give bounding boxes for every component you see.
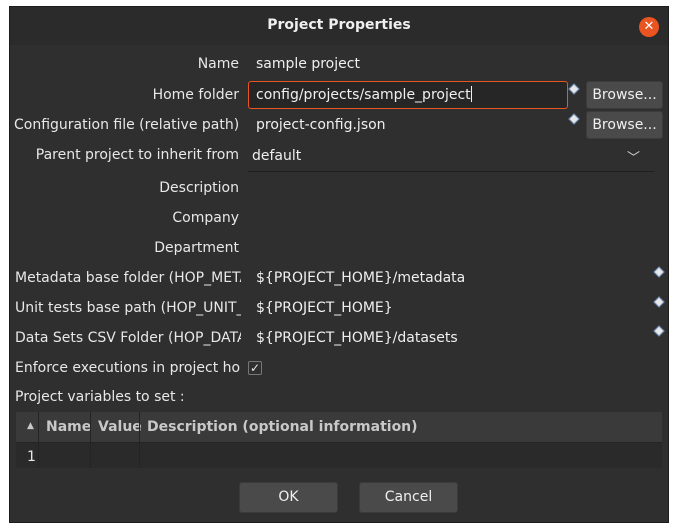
parent-project-select[interactable]: default ﹀ [248, 144, 654, 172]
description-label: Description [159, 180, 239, 196]
column-header-description[interactable]: Description (optional information) [147, 419, 418, 435]
parent-project-label: Parent project to inherit from [35, 147, 239, 163]
cancel-button[interactable]: Cancel [359, 482, 458, 513]
column-header-value[interactable]: Value [98, 419, 142, 435]
parent-project-value: default [252, 148, 302, 164]
dialog-title: Project Properties [267, 17, 411, 33]
enforce-executions-label: Enforce executions in project hom [15, 360, 241, 376]
metadata-folder-value[interactable]: ${PROJECT_HOME}/metadata [256, 270, 465, 286]
ok-button[interactable]: OK [239, 482, 338, 513]
datasets-folder-label: Data Sets CSV Folder (HOP_DATAS [15, 330, 241, 346]
title-bar: Project Properties ✕ [10, 7, 668, 45]
variable-indicator-icon [653, 296, 665, 308]
project-variables-table[interactable]: ▲ Name Value Description (optional infor… [16, 412, 662, 468]
column-divider [38, 412, 39, 468]
config-file-label: Configuration file (relative path) [14, 117, 239, 133]
unit-tests-path-label: Unit tests base path (HOP_UNIT_T [15, 300, 241, 316]
table-header: ▲ Name Value Description (optional infor… [16, 412, 662, 443]
table-row[interactable]: 1 [27, 449, 36, 465]
unit-tests-path-value[interactable]: ${PROJECT_HOME} [256, 300, 393, 316]
home-folder-value: config/projects/sample_project [256, 87, 471, 103]
sort-up-icon[interactable]: ▲ [27, 421, 34, 431]
department-input[interactable] [256, 240, 652, 260]
enforce-executions-checkbox[interactable]: ✓ [248, 361, 262, 375]
home-folder-browse-button[interactable]: Browse... [586, 81, 663, 109]
project-variables-label: Project variables to set : [15, 389, 185, 405]
name-label: Name [197, 56, 239, 72]
column-divider [139, 412, 140, 468]
name-value[interactable]: sample project [256, 56, 360, 72]
home-folder-label: Home folder [152, 87, 239, 103]
close-icon[interactable]: ✕ [639, 17, 659, 37]
home-folder-input[interactable]: config/projects/sample_project [248, 81, 568, 109]
variable-indicator-icon [568, 113, 580, 125]
company-label: Company [172, 210, 239, 226]
column-divider [90, 412, 91, 468]
config-file-value[interactable]: project-config.json [256, 117, 386, 133]
project-properties-dialog: Project Properties ✕ Name sample project… [9, 6, 669, 523]
chevron-down-icon: ﹀ [626, 151, 640, 166]
department-label: Department [154, 240, 239, 256]
checkmark-icon: ✓ [249, 361, 261, 375]
description-input[interactable] [256, 180, 652, 200]
datasets-folder-value[interactable]: ${PROJECT_HOME}/datasets [256, 330, 458, 346]
config-file-browse-button[interactable]: Browse... [586, 111, 663, 139]
variable-indicator-icon [653, 325, 665, 337]
column-header-name[interactable]: Name [46, 419, 91, 435]
company-input[interactable] [256, 210, 652, 230]
variable-indicator-icon [653, 266, 665, 278]
variable-indicator-icon [568, 83, 580, 95]
metadata-folder-label: Metadata base folder (HOP_META [15, 270, 241, 286]
text-caret [470, 86, 472, 102]
